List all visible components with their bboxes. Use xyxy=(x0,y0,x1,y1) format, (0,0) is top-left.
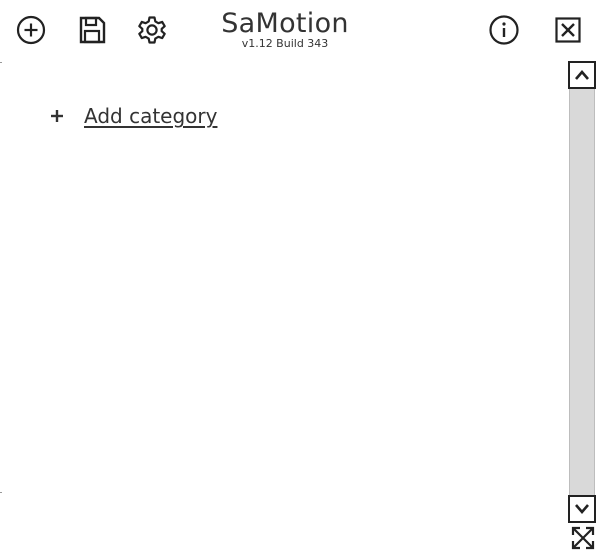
save-button[interactable] xyxy=(74,12,110,48)
add-button[interactable] xyxy=(13,12,49,48)
scroll-down-button[interactable] xyxy=(568,495,596,523)
gear-icon xyxy=(138,16,166,44)
title-block: SaMotion v1.12 Build 343 xyxy=(185,8,385,50)
add-category-link[interactable]: Add category xyxy=(46,104,217,128)
expand-icon xyxy=(571,526,595,550)
close-icon xyxy=(555,17,581,43)
app-window: SaMotion v1.12 Build 343 Add category xyxy=(0,0,600,553)
header-bar: SaMotion v1.12 Build 343 xyxy=(0,0,600,60)
info-button[interactable] xyxy=(486,12,522,48)
category-list: Add category xyxy=(0,60,565,553)
edge-mark xyxy=(0,492,2,493)
close-button[interactable] xyxy=(550,12,586,48)
scroll-up-button[interactable] xyxy=(568,61,596,89)
plus-circle-icon xyxy=(16,15,46,45)
edge-mark xyxy=(0,62,2,63)
add-category-label: Add category xyxy=(84,104,218,128)
vertical-scrollbar[interactable] xyxy=(567,61,597,523)
chevron-up-icon xyxy=(575,70,589,80)
app-title: SaMotion xyxy=(221,8,349,39)
save-icon xyxy=(79,16,106,44)
plus-icon xyxy=(46,105,68,127)
scroll-track[interactable] xyxy=(569,89,595,495)
settings-button[interactable] xyxy=(134,12,170,48)
resize-handle[interactable] xyxy=(569,524,597,552)
app-version: v1.12 Build 343 xyxy=(241,37,329,50)
info-icon xyxy=(489,15,519,45)
chevron-down-icon xyxy=(575,504,589,514)
